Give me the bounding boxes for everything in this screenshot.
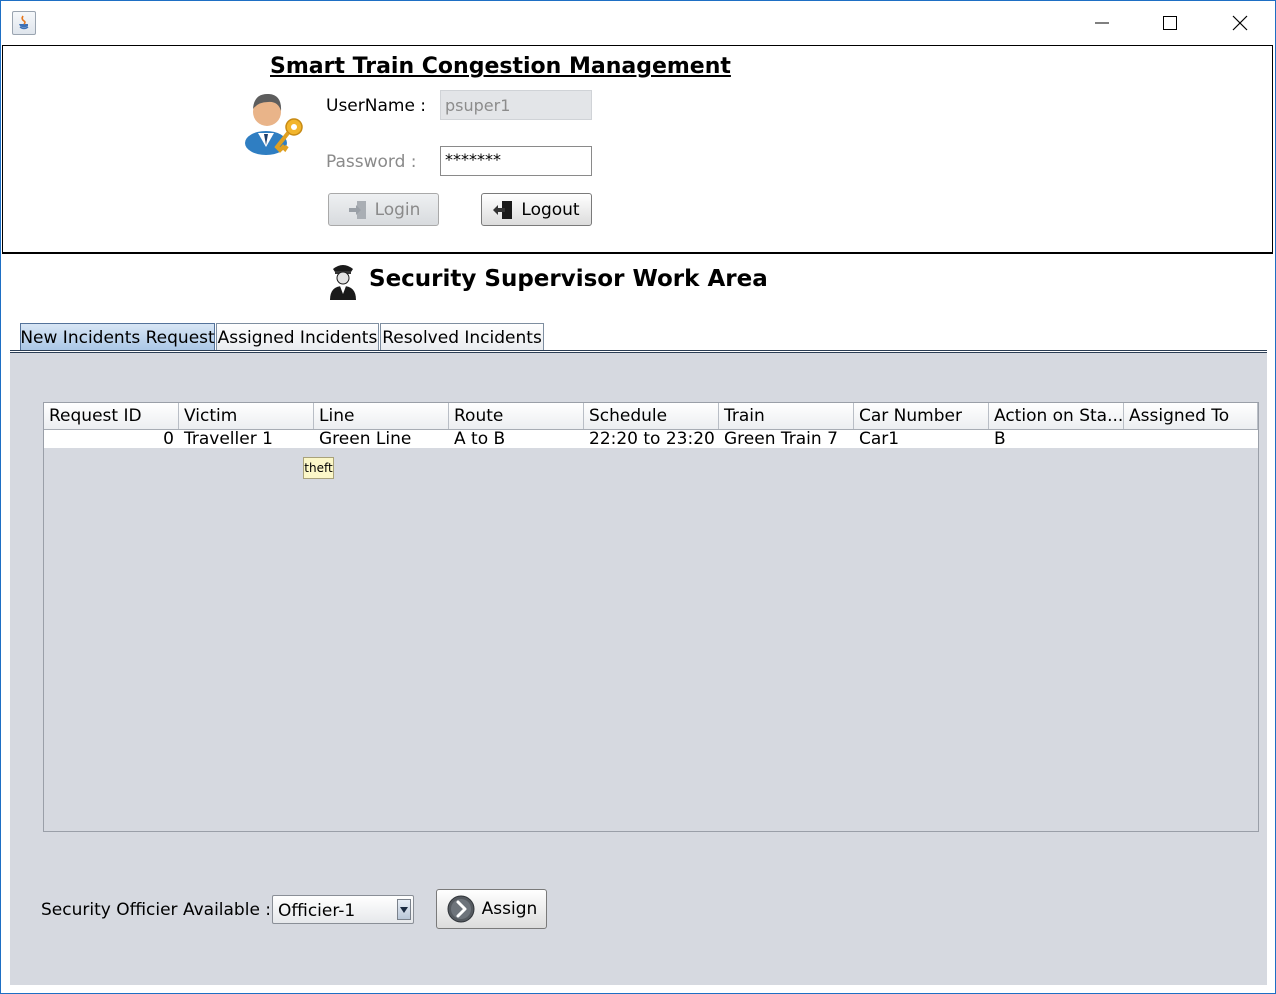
officer-available-label: Security Officier Available :: [41, 900, 272, 920]
login-button-label: Login: [374, 199, 421, 220]
cell-route[interactable]: A to B: [449, 430, 584, 448]
assign-button-label: Assign: [481, 899, 538, 919]
password-field[interactable]: *******: [440, 146, 592, 176]
login-button[interactable]: Login: [328, 193, 439, 226]
cell-train[interactable]: Green Train 7: [719, 430, 854, 448]
assign-button[interactable]: Assign: [436, 889, 547, 929]
logout-door-icon: [493, 200, 513, 219]
username-label: UserName :: [326, 96, 427, 116]
cell-request-id[interactable]: 0: [44, 430, 179, 448]
user-key-icon: [242, 87, 310, 155]
table-header: Request ID Victim Line Route Schedule Tr…: [44, 403, 1258, 430]
username-field[interactable]: psuper1: [440, 90, 592, 120]
table-row[interactable]: 0 Traveller 1 Green Line A to B 22:20 to…: [44, 430, 1258, 448]
officer-select[interactable]: Officier-1: [272, 895, 414, 924]
column-header-victim[interactable]: Victim: [179, 403, 314, 429]
minimize-icon: [1095, 22, 1109, 24]
work-area-title: Security Supervisor Work Area: [369, 266, 768, 292]
column-header-line[interactable]: Line: [314, 403, 449, 429]
tooltip: theft: [303, 457, 334, 479]
cell-schedule[interactable]: 22:20 to 23:20: [584, 430, 719, 448]
java-icon[interactable]: [12, 11, 36, 35]
cell-assigned-to[interactable]: [1124, 430, 1258, 448]
officer-select-value: Officier-1: [278, 901, 356, 921]
cell-victim[interactable]: Traveller 1: [179, 430, 314, 448]
cell-action-on-station[interactable]: B: [989, 430, 1124, 448]
chevron-down-icon[interactable]: [397, 899, 411, 920]
minimize-button[interactable]: [1079, 1, 1125, 45]
column-header-route[interactable]: Route: [449, 403, 584, 429]
cell-line[interactable]: Green Line: [314, 430, 449, 448]
column-header-action-on-station[interactable]: Action on Sta...: [989, 403, 1124, 429]
cell-car-number[interactable]: Car1: [854, 430, 989, 448]
close-button[interactable]: [1217, 1, 1263, 45]
close-icon: [1232, 15, 1248, 31]
incidents-table[interactable]: Request ID Victim Line Route Schedule Tr…: [43, 402, 1259, 832]
maximize-icon: [1163, 16, 1177, 30]
tab-resolved-incidents[interactable]: Resolved Incidents: [380, 323, 544, 351]
security-officer-icon: [327, 261, 359, 301]
password-label: Password :: [326, 152, 417, 172]
app-title: Smart Train Congestion Management: [270, 54, 731, 79]
column-header-car-number[interactable]: Car Number: [854, 403, 989, 429]
column-header-request-id[interactable]: Request ID: [44, 403, 179, 429]
title-bar[interactable]: [1, 1, 1275, 45]
column-header-schedule[interactable]: Schedule: [584, 403, 719, 429]
arrow-circle-icon: [447, 895, 475, 923]
logout-button-label: Logout: [521, 199, 580, 220]
column-header-assigned-to[interactable]: Assigned To: [1124, 403, 1258, 429]
logout-button[interactable]: Logout: [481, 193, 592, 226]
tab-new-incidents-request[interactable]: New Incidents Request: [20, 323, 215, 351]
login-door-icon: [348, 200, 366, 219]
tab-assigned-incidents[interactable]: Assigned Incidents: [216, 323, 379, 351]
column-header-train[interactable]: Train: [719, 403, 854, 429]
maximize-button[interactable]: [1147, 1, 1193, 45]
